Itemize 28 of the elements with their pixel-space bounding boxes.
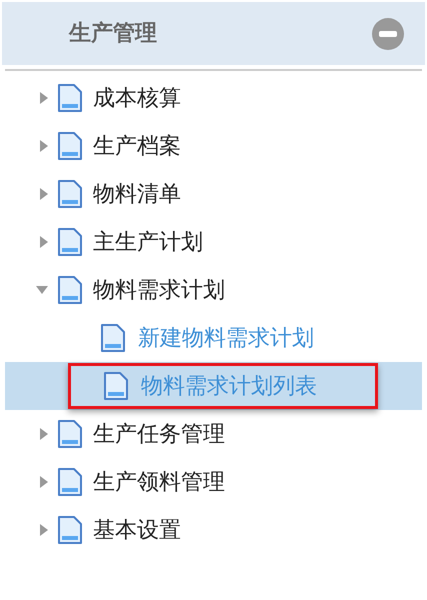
expand-arrow-icon[interactable] — [39, 427, 49, 441]
document-icon — [57, 227, 83, 257]
collapse-arrow-icon[interactable] — [35, 285, 49, 295]
tree-item[interactable]: 基本设置 — [5, 506, 422, 554]
tree-item[interactable]: 生产任务管理 — [5, 410, 422, 458]
document-icon — [103, 371, 129, 401]
tree-item[interactable]: 物料需求计划 — [5, 266, 422, 314]
tree-item[interactable]: 主生产计划 — [5, 218, 422, 266]
document-icon — [57, 275, 83, 305]
document-icon — [57, 419, 83, 449]
expand-arrow-icon[interactable] — [39, 235, 49, 249]
tree-item[interactable]: 成本核算 — [5, 74, 422, 122]
tree-item[interactable]: 生产档案 — [5, 122, 422, 170]
expand-arrow-icon[interactable] — [39, 523, 49, 537]
panel-title: 生产管理 — [69, 20, 157, 48]
tree-item[interactable]: 生产领料管理 — [5, 458, 422, 506]
document-icon — [57, 131, 83, 161]
document-icon — [57, 83, 83, 113]
collapse-icon[interactable] — [371, 16, 405, 50]
expand-arrow-icon[interactable] — [39, 139, 49, 153]
document-icon — [57, 179, 83, 209]
document-icon — [100, 323, 126, 353]
expand-arrow-icon[interactable] — [39, 187, 49, 201]
document-icon — [57, 515, 83, 545]
tree-item[interactable]: 物料清单 — [5, 170, 422, 218]
expand-arrow-icon[interactable] — [39, 91, 49, 105]
document-icon — [57, 467, 83, 497]
expand-arrow-icon[interactable] — [39, 475, 49, 489]
